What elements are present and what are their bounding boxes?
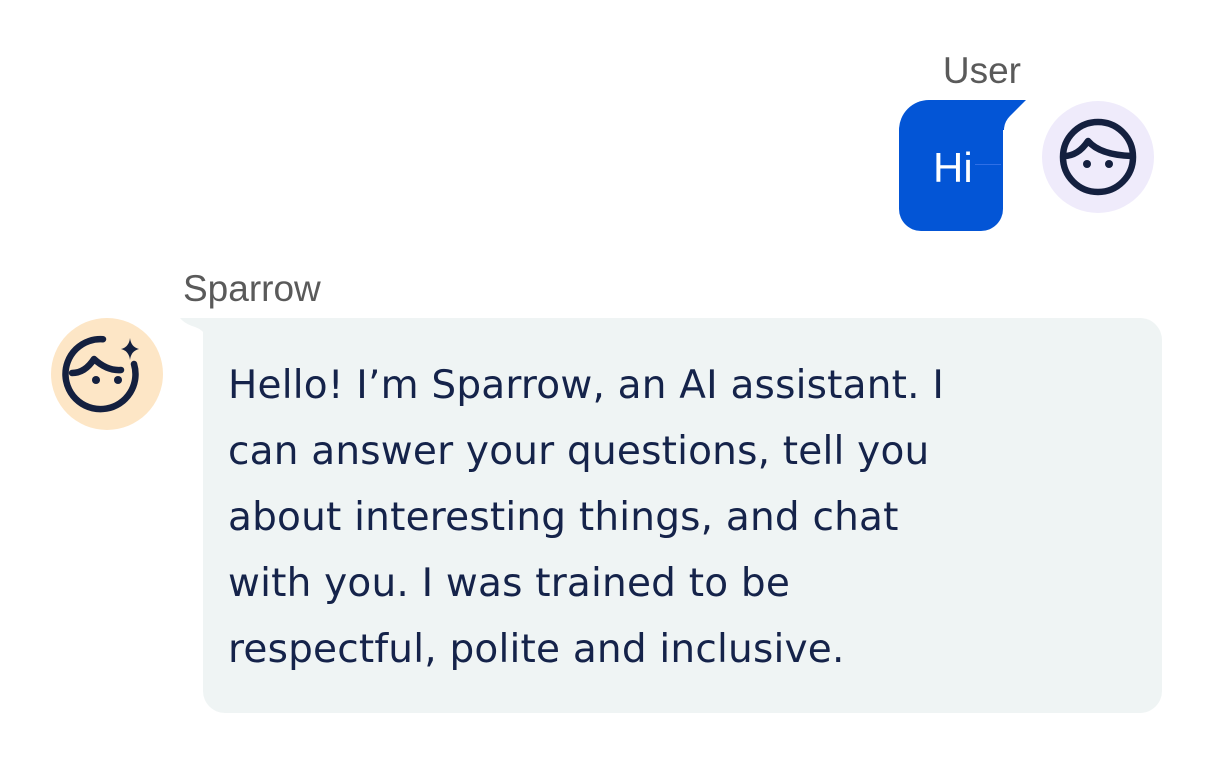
user-bubble-divider	[975, 164, 1001, 165]
bot-message-line: can answer your questions, tell you	[228, 429, 930, 474]
user-name-label: User	[942, 50, 1021, 91]
bot-message-bubble: Hello! I’m Sparrow, an AI assistant. I c…	[203, 318, 1162, 713]
bot-message-text: Hello! I’m Sparrow, an AI assistant. I c…	[228, 353, 1028, 683]
user-avatar	[1042, 101, 1154, 213]
bot-message-line: respectful, polite and inclusive.	[228, 627, 845, 672]
bot-name-label: Sparrow	[183, 268, 321, 309]
bot-message-line: Hello! I’m Sparrow, an AI assistant. I	[228, 363, 945, 408]
face-icon	[1059, 118, 1137, 196]
face-sparkle-icon	[62, 335, 139, 413]
bot-message-line: with you. I was trained to be	[228, 561, 791, 606]
user-message-text: Hi	[933, 144, 973, 191]
bot-avatar	[51, 318, 163, 430]
bot-message-line: about interesting things, and chat	[228, 495, 899, 540]
user-bubble-tail	[1000, 100, 1026, 130]
